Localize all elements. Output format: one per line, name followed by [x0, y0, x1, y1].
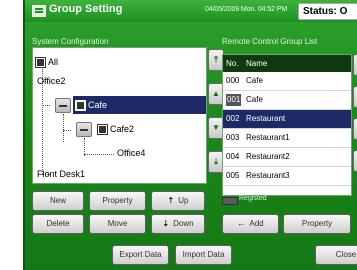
list-row[interactable]: 000 Cafe [223, 72, 351, 91]
col-no-header: No. [226, 59, 239, 68]
remote-group-list-label: Remote Control Group List [222, 37, 318, 46]
up-arrow-icon: ▲ [212, 89, 220, 98]
move-button[interactable]: Move [89, 214, 146, 234]
registered-legend-swatch [222, 197, 238, 205]
close-button[interactable]: Close [315, 245, 357, 265]
down-button[interactable]: ⇣ Down [151, 214, 205, 234]
down-arrow-icon: ⇣ [162, 219, 170, 228]
double-down-arrow-icon: ⤓ [214, 157, 218, 166]
system-config-tree: All Office2 Cafe Cafe2 Office4 Flont Des… [32, 47, 207, 184]
new-button[interactable]: New [32, 191, 84, 211]
export-data-button[interactable]: Export Data [112, 245, 169, 265]
remote-group-list: No. Name 000 Cafe 001 Cafe 002 Restauran… [222, 54, 352, 196]
tree-node-cafe2[interactable]: Cafe2 [97, 121, 134, 137]
list-scroll-bottom-button[interactable]: ⤓ [353, 150, 357, 172]
system-config-label: System Configuration [32, 37, 109, 46]
tree-connector [42, 105, 50, 106]
list-scroll-top-button[interactable]: ⤒ [353, 54, 357, 76]
tree-scrollbar[interactable] [206, 48, 207, 183]
double-up-arrow-icon: ⤒ [214, 55, 218, 64]
down-arrow-icon: ▼ [212, 123, 220, 132]
list-row[interactable]: 004 Restaurant2 [223, 148, 351, 167]
window-title: Group Setting [49, 3, 123, 15]
collapse-icon[interactable] [55, 98, 71, 113]
up-arrow-icon: ⇡ [167, 196, 175, 205]
left-arrow-icon: ← [237, 219, 246, 228]
tree-connector [63, 130, 71, 131]
tree-connector [63, 114, 64, 142]
title-bar: Group Setting 04/05/2009 Mon. 04:52 PM S… [25, 0, 357, 22]
property-button[interactable]: Property [89, 191, 146, 211]
app-window-icon [32, 5, 46, 17]
list-row-selected[interactable]: 002 Restaurant [223, 110, 351, 129]
list-property-button[interactable]: Property [283, 214, 351, 234]
delete-button[interactable]: Delete [32, 214, 84, 234]
group-icon [97, 124, 108, 136]
import-data-button[interactable]: Import Data [175, 245, 232, 265]
date-time: 04/05/2009 Mon. 04:52 PM [205, 6, 288, 13]
tree-node-flont-desk1[interactable]: Flont Desk1 [37, 166, 85, 182]
list-header: No. Name [223, 55, 351, 72]
add-button[interactable]: ← Add [222, 214, 279, 234]
group-icon [35, 57, 46, 69]
tree-node-cafe[interactable]: Cafe [75, 97, 107, 113]
list-row[interactable]: 003 Restaurant1 [223, 129, 351, 148]
registered-legend-label: Registed [239, 195, 267, 202]
group-setting-window: Group Setting 04/05/2009 Mon. 04:52 PM S… [23, 0, 357, 270]
group-icon [75, 100, 86, 112]
tree-node-office4[interactable]: Office4 [117, 145, 145, 161]
col-name-header: Name [246, 59, 268, 68]
collapse-icon[interactable] [76, 122, 92, 137]
list-scroll-down-button[interactable]: ▼ [353, 118, 357, 140]
tree-node-all[interactable]: All [35, 54, 58, 70]
status-button[interactable]: Status: O [298, 3, 357, 20]
list-row[interactable]: 005 Restaurant3 [223, 167, 351, 186]
list-row[interactable]: 001 Cafe [223, 91, 351, 110]
up-button[interactable]: ⇡ Up [151, 191, 205, 211]
tree-connector [84, 154, 114, 155]
tree-node-office2[interactable]: Office2 [37, 73, 65, 89]
list-scroll-up-button[interactable]: ▲ [353, 86, 357, 108]
